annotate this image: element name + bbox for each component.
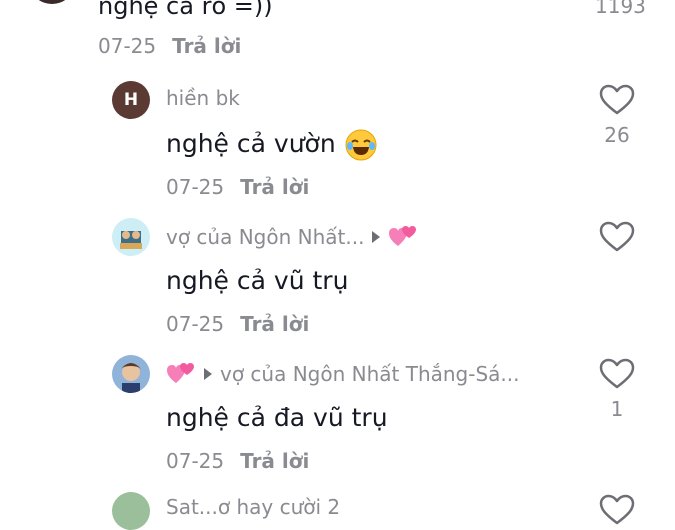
reply-date: 07-25: [166, 449, 225, 473]
laughing-emoji-icon: [345, 129, 377, 161]
reply-button[interactable]: Trả lời: [240, 449, 309, 473]
heart-outline-icon[interactable]: [599, 221, 635, 253]
reply-meta: 07-25 Trả lời: [166, 449, 309, 473]
reply-text-content: nghệ cả vườn: [166, 129, 336, 158]
two-hearts-emoji-icon: [167, 363, 194, 383]
parent-comment-meta: 07-25 Trả lời: [98, 34, 241, 58]
reply-text: nghệ cả vũ trụ: [166, 266, 349, 295]
two-hearts-emoji-icon: [389, 226, 417, 246]
reply-meta: 07-25 Trả lời: [166, 175, 309, 199]
heart-outline-icon[interactable]: [599, 84, 635, 116]
play-triangle-icon: [372, 231, 381, 243]
parent-comment-text: nghệ cả rổ =)): [98, 0, 273, 20]
reply-username[interactable]: Sat...ơ hay cười 2: [166, 495, 340, 519]
avatar-image: [121, 363, 141, 393]
play-triangle-icon: [204, 368, 212, 380]
reply-username[interactable]: vợ của Ngôn Nhất Thắng-Sá...: [220, 362, 520, 386]
reply-username-row: vợ của Ngôn Nhất...: [166, 224, 418, 250]
avatar-letter: H: [123, 90, 139, 110]
parent-like-count: 1193: [595, 0, 646, 18]
reply-button[interactable]: Trả lời: [240, 175, 309, 199]
reply-meta: 07-25 Trả lời: [166, 312, 309, 336]
avatar[interactable]: [112, 218, 150, 256]
heart-outline-icon[interactable]: [599, 358, 635, 390]
reply-username-row: vợ của Ngôn Nhất Thắng-Sá...: [166, 361, 520, 387]
like-count: 26: [604, 123, 630, 147]
avatar[interactable]: H: [112, 81, 150, 119]
heart-outline-icon[interactable]: [599, 494, 635, 526]
parent-date: 07-25: [98, 34, 157, 58]
like-count: 1: [610, 397, 624, 421]
reply-date: 07-25: [166, 312, 225, 336]
parent-avatar[interactable]: [32, 0, 72, 4]
reply-username[interactable]: vợ của Ngôn Nhất...: [166, 225, 364, 249]
reply-username[interactable]: hiền bk: [166, 86, 240, 110]
avatar-image: [120, 231, 142, 249]
reply-date: 07-25: [166, 175, 225, 199]
avatar[interactable]: [112, 355, 150, 393]
reply-text: nghệ cả đa vũ trụ: [166, 403, 388, 432]
avatar[interactable]: [112, 492, 150, 530]
reply-text: nghệ cả vườn: [166, 128, 378, 162]
parent-reply-button[interactable]: Trả lời: [172, 34, 241, 58]
reply-button[interactable]: Trả lời: [240, 312, 309, 336]
